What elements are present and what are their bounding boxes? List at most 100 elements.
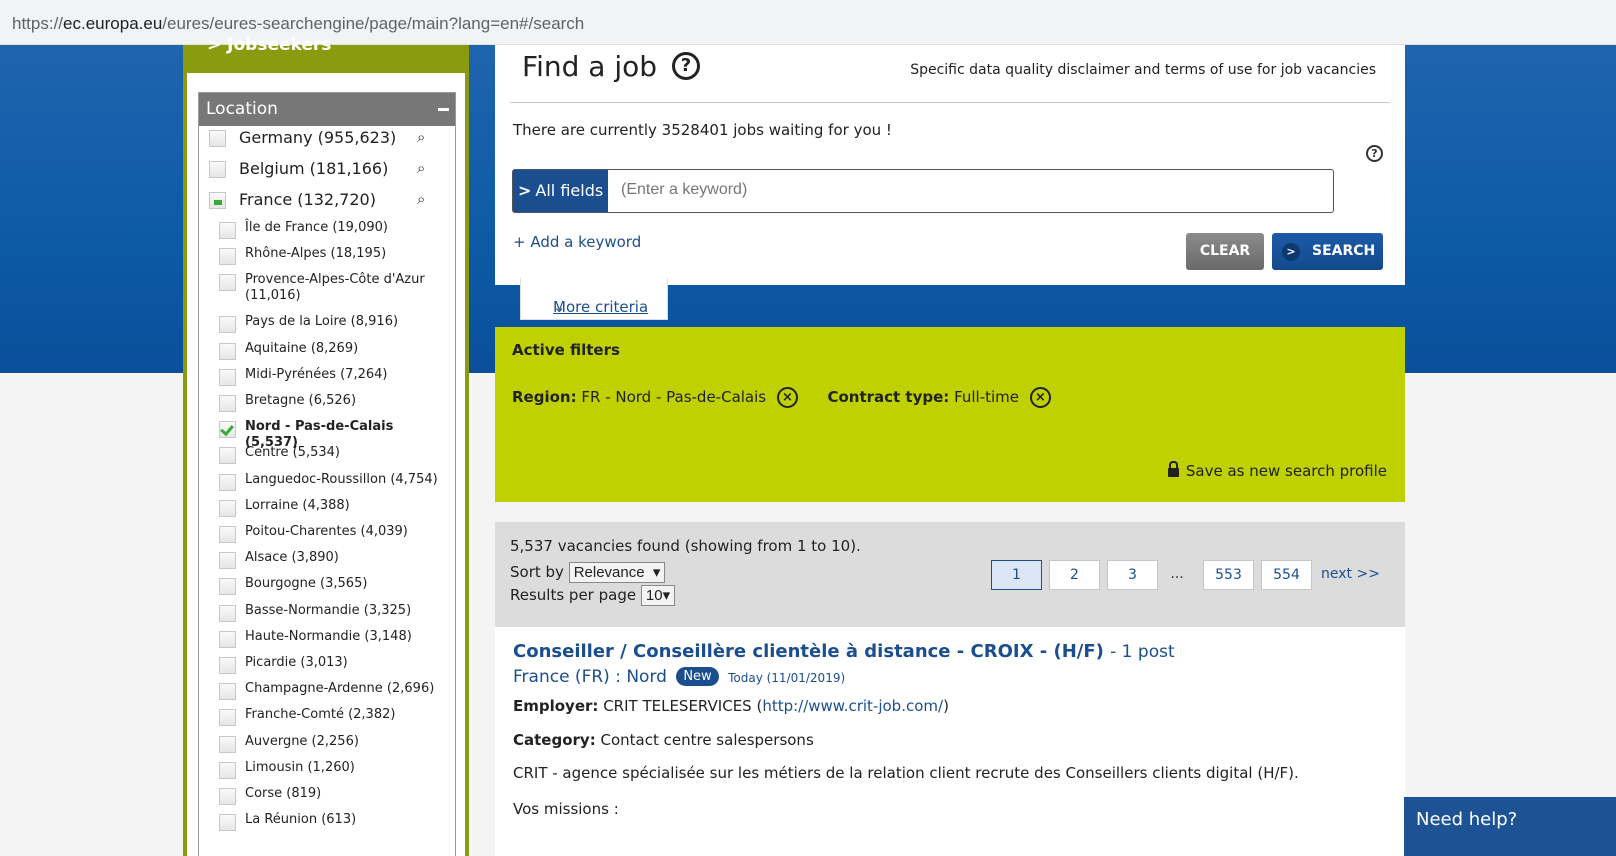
job-title-link[interactable]: Conseiller / Conseillère clientèle à dis…: [513, 641, 1104, 662]
jobseekers-nav[interactable]: > Jobseekers: [187, 35, 465, 73]
region-checkbox[interactable]: [219, 814, 236, 832]
region-checkbox[interactable]: [219, 683, 236, 701]
region-checkbox[interactable]: [219, 342, 236, 360]
country-filter-item[interactable]: France (132,720) ⌕: [199, 188, 455, 216]
page-button[interactable]: 2: [1049, 560, 1100, 590]
employer-name: CRIT TELESERVICES: [603, 697, 752, 715]
region-label: Franche-Comté (2,382): [245, 707, 396, 723]
clear-button[interactable]: CLEAR: [1186, 233, 1264, 270]
region-checkbox[interactable]: [219, 788, 236, 805]
field-selector-button[interactable]: > All fields: [513, 170, 608, 212]
region-checkbox[interactable]: [219, 761, 236, 779]
region-label: Pays de la Loire (8,916): [245, 314, 399, 330]
arrow-right-icon: >: [1282, 243, 1300, 261]
collapse-minus-icon[interactable]: [438, 108, 449, 111]
zoom-in-icon[interactable]: ⌕: [417, 128, 425, 146]
help-question-icon[interactable]: ?: [672, 52, 700, 80]
region-checkbox[interactable]: [219, 499, 236, 517]
region-label: Bretagne (6,526): [245, 393, 357, 408]
region-label: Champagne-Ardenne (2,696): [245, 681, 435, 697]
employer-url-link[interactable]: http://www.crit-job.com/: [762, 697, 943, 715]
save-search-profile-link[interactable]: Save as new search profile: [1167, 461, 1387, 480]
more-criteria-tab[interactable]: ⌄ More criteria: [520, 278, 668, 320]
region-checkbox[interactable]: [219, 630, 236, 648]
region-checkbox[interactable]: [219, 604, 236, 622]
region-filter-value: FR - Nord - Pas-de-Calais: [581, 388, 767, 406]
region-checkbox[interactable]: [219, 473, 236, 491]
page-button[interactable]: 553: [1203, 560, 1254, 590]
vacancies-found-text: 5,537 vacancies found (showing from 1 to…: [510, 537, 861, 555]
url-path: /eures/eures-searchengine/page/main?lang…: [162, 14, 585, 33]
category-key: Category:: [513, 731, 596, 749]
region-checkbox[interactable]: [219, 578, 236, 596]
keyword-help-icon[interactable]: ?: [1366, 145, 1383, 162]
region-checkbox[interactable]: [219, 395, 236, 412]
region-checkbox[interactable]: [219, 274, 236, 292]
divider: [510, 102, 1390, 103]
job-title-row: Conseiller / Conseillère clientèle à dis…: [513, 641, 1175, 662]
zoom-in-icon[interactable]: ⌕: [417, 190, 425, 208]
region-checkbox[interactable]: [219, 316, 236, 334]
region-label: Poitou-Charentes (4,039): [245, 524, 408, 539]
url-host: ec.europa.eu: [63, 14, 163, 33]
region-label: Rhône-Alpes (18,195): [245, 246, 387, 262]
per-page-label: Results per page: [510, 586, 637, 604]
country-label: Belgium (181,166): [239, 159, 389, 178]
region-checkbox[interactable]: [219, 735, 236, 753]
region-label: Aquitaine (8,269): [245, 340, 359, 356]
field-selector-label: All fields: [535, 181, 604, 200]
page-button[interactable]: 554: [1261, 560, 1312, 590]
remove-contract-filter-icon[interactable]: ×: [1029, 387, 1051, 408]
region-checkbox[interactable]: [219, 447, 236, 465]
region-label: Centre (5,534): [245, 445, 340, 461]
region-checkbox[interactable]: [219, 526, 236, 543]
location-panel-header[interactable]: Location: [199, 93, 455, 126]
remove-region-filter-icon[interactable]: ×: [776, 387, 798, 408]
more-criteria-label[interactable]: More criteria: [553, 298, 648, 316]
next-page-link[interactable]: next >>: [1321, 566, 1380, 582]
region-checkbox[interactable]: [219, 248, 236, 266]
region-checkbox[interactable]: [219, 709, 236, 727]
job-posts-count: - 1 post: [1110, 642, 1175, 662]
region-label: Auvergne (2,256): [245, 733, 359, 749]
country-checkbox[interactable]: [209, 130, 226, 147]
job-description: CRIT - agence spécialisée sur les métier…: [513, 764, 1299, 782]
search-button-label: SEARCH: [1312, 243, 1376, 259]
region-label: Picardie (3,013): [245, 655, 348, 670]
region-checkbox[interactable]: [219, 222, 236, 239]
per-page-select[interactable]: 10▾: [640, 585, 676, 606]
sort-label: Sort by: [510, 563, 564, 581]
location-filter-panel: Location Germany (955,623) ⌕ Belgium (181,…: [198, 92, 456, 856]
job-date: Today (11/01/2019): [728, 671, 846, 685]
job-missions-heading: Vos missions :: [513, 800, 619, 818]
region-label: Basse-Normandie (3,325): [245, 602, 412, 618]
add-keyword-link[interactable]: + Add a keyword: [513, 233, 641, 251]
region-checkbox[interactable]: [219, 421, 236, 439]
contract-filter-value: Full-time: [954, 388, 1020, 406]
job-listing: Conseiller / Conseillère clientèle à dis…: [495, 627, 1405, 856]
region-label: Limousin (1,260): [245, 759, 355, 775]
new-badge: New: [676, 667, 719, 686]
keyword-input[interactable]: [621, 181, 1311, 199]
region-checkbox[interactable]: [219, 657, 236, 674]
sort-select[interactable]: Relevance ▾: [568, 562, 666, 583]
chevron-right-icon: >: [518, 181, 532, 200]
category-row: Category: Contact centre salespersons: [513, 731, 814, 749]
region-checkbox[interactable]: [219, 552, 236, 570]
country-filter-item[interactable]: Germany (955,623) ⌕: [199, 126, 455, 154]
url-text[interactable]: https://ec.europa.eu/eures/eures-searche…: [12, 14, 584, 34]
disclaimer-link[interactable]: Specific data quality disclaimer and ter…: [910, 62, 1376, 78]
need-help-widget[interactable]: Need help?: [1404, 797, 1616, 856]
jobseekers-label[interactable]: > Jobseekers: [207, 35, 331, 55]
page-button[interactable]: 3: [1107, 560, 1158, 590]
page-button[interactable]: 1: [991, 560, 1042, 590]
country-checkbox[interactable]: [209, 161, 226, 178]
country-filter-item[interactable]: Belgium (181,166) ⌕: [199, 157, 455, 185]
country-label: France (132,720): [239, 190, 376, 209]
search-card: Find a job ? Specific data quality discl…: [495, 45, 1405, 285]
country-checkbox[interactable]: [209, 192, 226, 209]
zoom-in-icon[interactable]: ⌕: [417, 159, 425, 177]
region-checkbox[interactable]: [219, 368, 236, 386]
search-button[interactable]: > SEARCH: [1272, 233, 1383, 270]
save-search-profile-label[interactable]: Save as new search profile: [1186, 462, 1387, 480]
